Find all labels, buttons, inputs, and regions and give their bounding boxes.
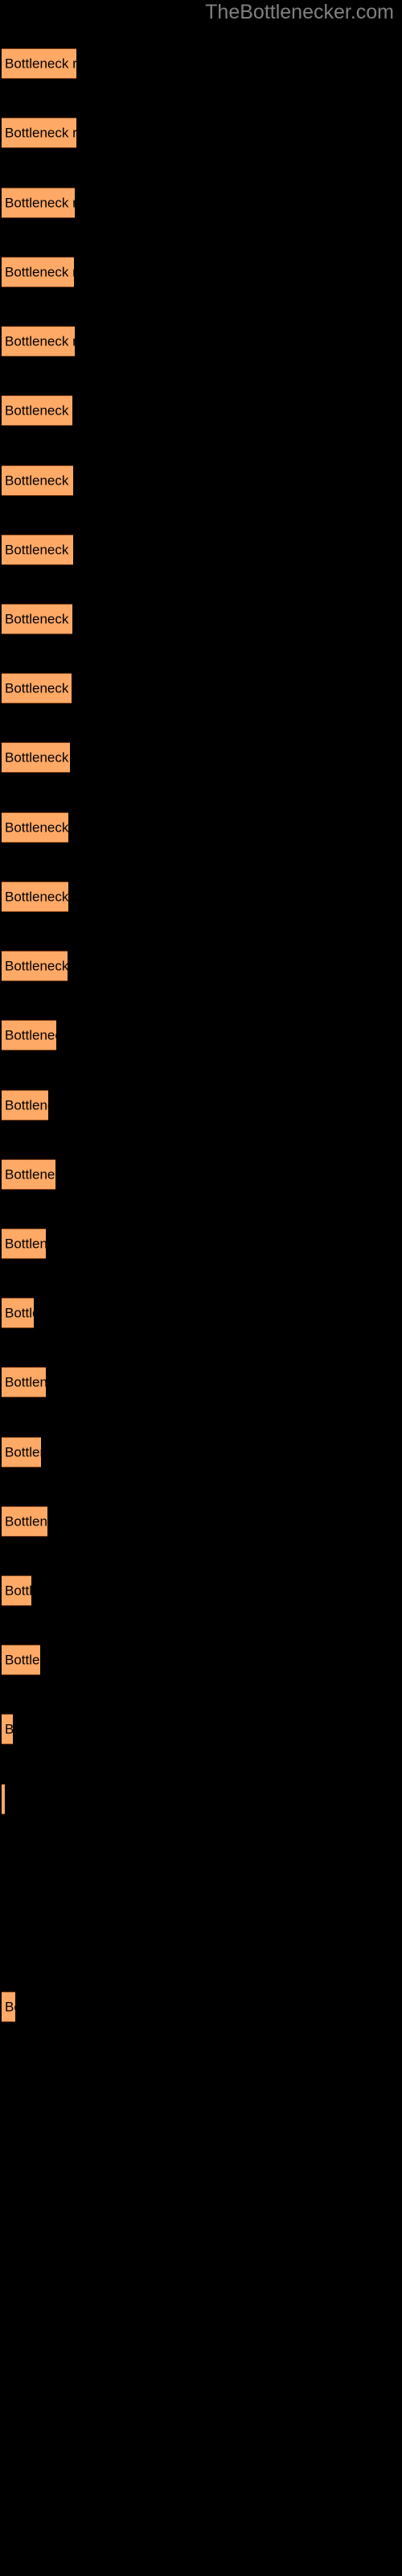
bar-22[interactable]: Bottleneck result bbox=[2, 1506, 47, 1537]
bar-5[interactable]: Bottleneck result bbox=[2, 326, 75, 357]
bar-6[interactable]: Bottleneck result bbox=[2, 395, 72, 426]
bar-label: Bottleneck result bbox=[5, 680, 72, 696]
bar-label: Bottleneck result bbox=[5, 1305, 34, 1321]
bar-label: Bottleneck result bbox=[5, 889, 68, 905]
bar-16[interactable]: Bottleneck result bbox=[2, 1090, 48, 1121]
bar-label: Bottleneck result bbox=[5, 1513, 47, 1530]
bar-label: Bottleneck result bbox=[5, 125, 76, 141]
bar-11[interactable]: Bottleneck result bbox=[2, 742, 70, 773]
bar-label: Bottleneck result bbox=[5, 473, 73, 489]
bar-21[interactable]: Bottleneck result bbox=[2, 1437, 41, 1468]
bar-25[interactable]: Bottleneck result bbox=[2, 1714, 13, 1744]
bar-label: Bottleneck result bbox=[5, 1723, 13, 1736]
bar-label: Bottleneck result bbox=[5, 1236, 46, 1252]
bar-13[interactable]: Bottleneck result bbox=[2, 881, 68, 912]
bar-14[interactable]: Bottleneck result bbox=[2, 951, 68, 981]
bar-label: Bottleneck result bbox=[5, 195, 75, 211]
bar-label: Bottleneck result bbox=[5, 542, 73, 558]
bar-2[interactable]: Bottleneck result bbox=[2, 118, 76, 148]
bar-26[interactable]: Bottleneck result bbox=[2, 1784, 5, 1814]
bar-8[interactable]: Bottleneck result bbox=[2, 535, 73, 565]
bar-label: Bottleneck result bbox=[5, 819, 68, 836]
bar-label: Bottleneck result bbox=[5, 1999, 15, 2015]
bar-label: Bottleneck result bbox=[5, 1652, 40, 1668]
bar-1[interactable]: Bottleneck result bbox=[2, 48, 76, 79]
bar-9[interactable]: Bottleneck result bbox=[2, 604, 72, 634]
bar-label: Bottleneck result bbox=[5, 402, 72, 419]
bar-label: Bottleneck result bbox=[5, 958, 68, 974]
bar-3[interactable]: Bottleneck result bbox=[2, 188, 75, 218]
bar-20[interactable]: Bottleneck result bbox=[2, 1367, 46, 1397]
bar-12[interactable]: Bottleneck result bbox=[2, 812, 68, 843]
bar-label: Bottleneck result bbox=[5, 333, 75, 349]
bar-24[interactable]: Bottleneck result bbox=[2, 1645, 40, 1675]
bar-19[interactable]: Bottleneck result bbox=[2, 1298, 34, 1328]
bar-label: Bottleneck result bbox=[5, 1027, 56, 1043]
bar-label: Bottleneck result bbox=[5, 1583, 31, 1599]
bar-4[interactable]: Bottleneck result bbox=[2, 257, 74, 287]
bottleneck-result-bar-chart: Bottleneck result Bottleneck result Bottle… bbox=[0, 0, 402, 2576]
bar-23[interactable]: Bottleneck result bbox=[2, 1575, 31, 1606]
bar-label: Bottleneck result bbox=[5, 264, 74, 280]
bar-label: Bottleneck result bbox=[5, 749, 70, 766]
bar-17[interactable]: Bottleneck result bbox=[2, 1159, 55, 1190]
bar-label: Bottleneck result bbox=[5, 1166, 55, 1183]
bar-15[interactable]: Bottleneck result bbox=[2, 1020, 56, 1051]
bar-10[interactable]: Bottleneck result bbox=[2, 673, 72, 704]
bar-label: Bottleneck result bbox=[5, 56, 76, 72]
bar-29[interactable]: Bottleneck result bbox=[2, 1992, 15, 2022]
bar-7[interactable]: Bottleneck result bbox=[2, 465, 73, 496]
bar-label: Bottleneck result bbox=[5, 1374, 46, 1390]
bar-18[interactable]: Bottleneck result bbox=[2, 1228, 46, 1259]
bar-label: Bottleneck result bbox=[5, 611, 72, 627]
bar-label: Bottleneck result bbox=[5, 1097, 48, 1113]
bar-label: Bottleneck result bbox=[5, 1444, 41, 1460]
